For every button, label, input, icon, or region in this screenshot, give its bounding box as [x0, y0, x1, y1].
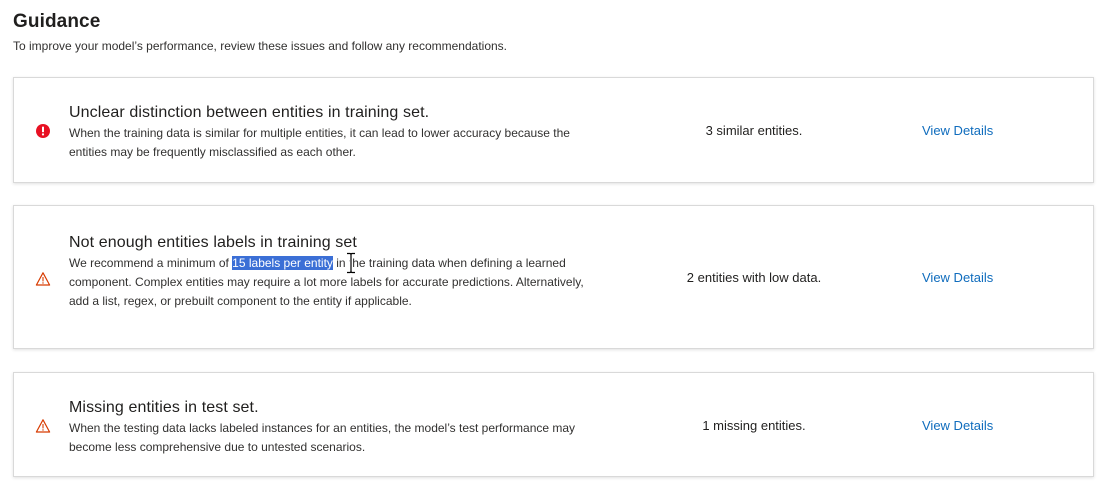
warning-icon: [35, 271, 51, 287]
card-description: When the testing data lacks labeled inst…: [69, 421, 576, 454]
card-title: Missing entities in test set.: [69, 399, 259, 416]
page-subtitle: To improve your model’s performance, rev…: [13, 39, 508, 53]
warning-icon: [35, 418, 51, 434]
view-details-link[interactable]: View Details: [922, 123, 993, 138]
view-details-link[interactable]: View Details: [922, 418, 993, 433]
selected-text: 15 labels per entity: [232, 256, 333, 270]
card-metric: 2 entities with low data.: [686, 270, 822, 285]
description-text: We recommend a minimum of: [69, 256, 233, 270]
card-text: Missing entities in test set. When the t…: [69, 398, 589, 457]
card-description: We recommend a minimum of 15 labels per …: [69, 254, 589, 311]
card-text: Unclear distinction between entities in …: [69, 103, 589, 162]
card-metric: 3 similar entities.: [705, 123, 803, 138]
guidance-card-missing-test: Missing entities in test set. When the t…: [13, 372, 1094, 477]
guidance-card-low-labels: Not enough entities labels in training s…: [13, 205, 1094, 349]
page-title: Guidance: [13, 11, 101, 32]
guidance-card-similar-entities: Unclear distinction between entities in …: [13, 77, 1094, 183]
view-details-link[interactable]: View Details: [922, 270, 993, 285]
text-cursor-icon: [345, 252, 357, 274]
card-title: Not enough entities labels in training s…: [69, 234, 357, 251]
card-description: When the training data is similar for mu…: [69, 126, 570, 159]
card-metric: 1 missing entities.: [702, 418, 806, 433]
error-icon: [35, 123, 51, 139]
card-text: Not enough entities labels in training s…: [69, 233, 589, 311]
card-title: Unclear distinction between entities in …: [69, 104, 430, 121]
